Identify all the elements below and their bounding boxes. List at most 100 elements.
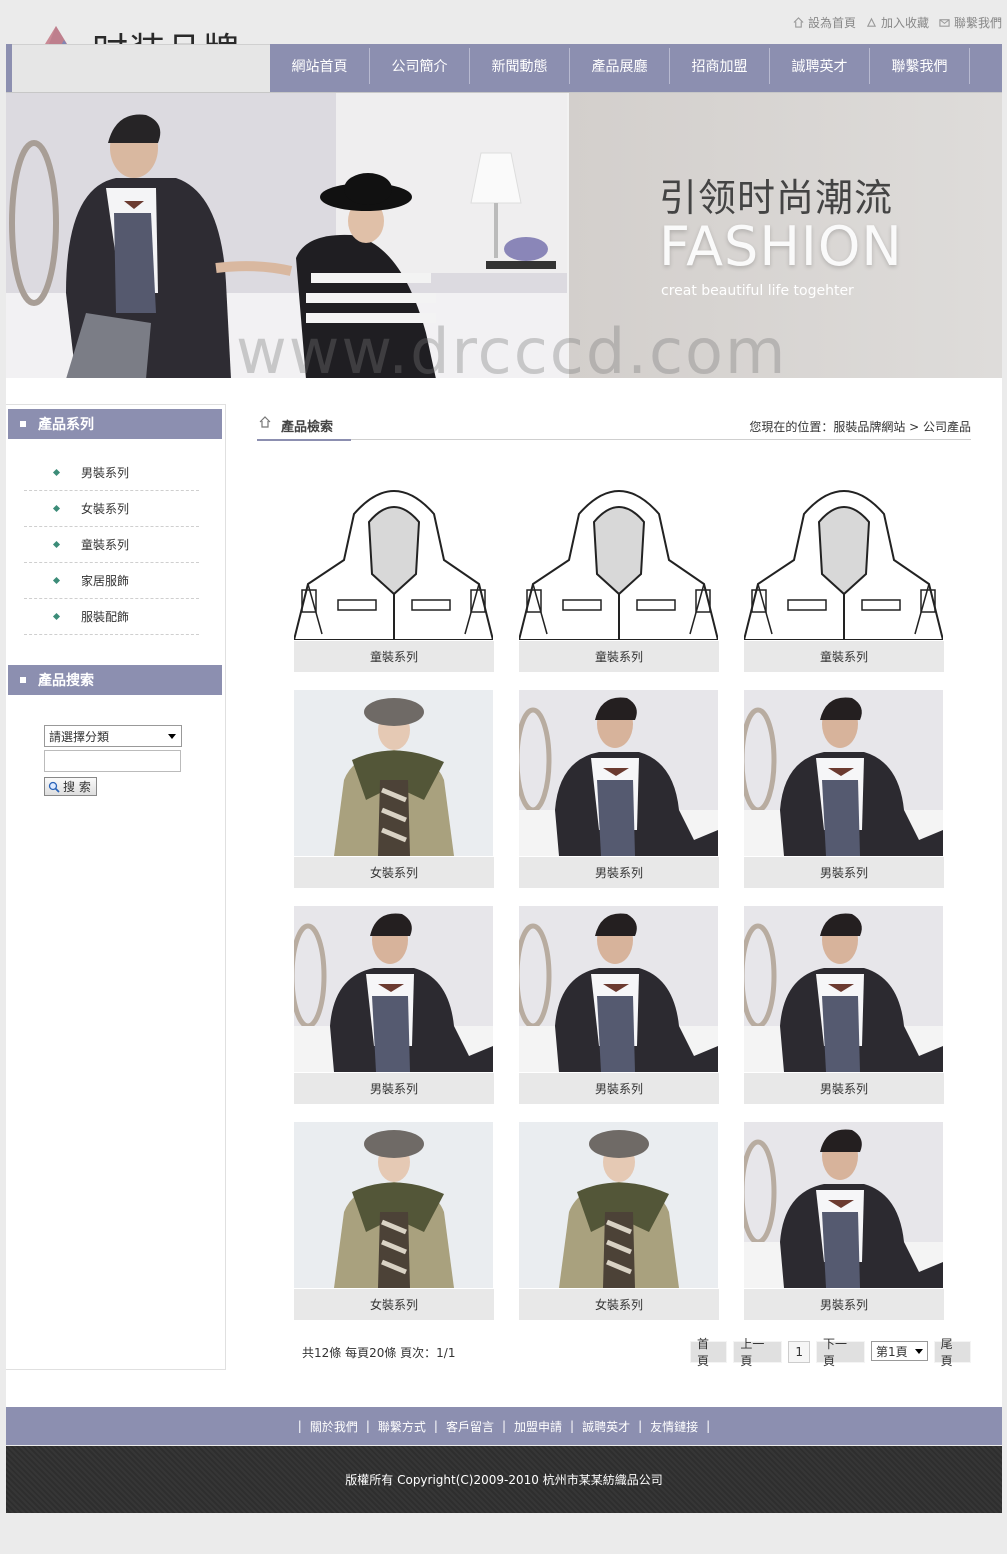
product-caption[interactable]: 女裝系列 <box>294 1289 494 1320</box>
nav-jobs[interactable]: 誠聘英才 <box>770 48 870 84</box>
product-image[interactable] <box>519 690 718 856</box>
product-card[interactable]: 女裝系列 <box>294 1122 494 1320</box>
footer-links: | 關於我們 | 聯繫方式 | 客戶留言 | 加盟申請 | 誠聘英才 | 友情鏈接 | <box>6 1407 1002 1445</box>
product-card[interactable]: 男裝系列 <box>519 690 719 888</box>
nav-products[interactable]: 產品展廳 <box>570 48 670 84</box>
product-image[interactable] <box>744 906 943 1072</box>
category-item-men[interactable]: 男裝系列 <box>24 455 199 491</box>
product-photo <box>519 1122 718 1288</box>
product-caption[interactable]: 男裝系列 <box>519 1073 719 1104</box>
category-list: 男裝系列 女裝系列 童裝系列 家居服飾 服裝配飾 <box>24 455 199 635</box>
footer-link-friends[interactable]: 友情鏈接 <box>650 1418 698 1435</box>
product-photo <box>294 1122 493 1288</box>
category-item-kids[interactable]: 童裝系列 <box>24 527 199 563</box>
banner-slogan-cn: 引领时尚潮流 <box>659 176 894 220</box>
search-title: 產品搜索 <box>38 673 94 689</box>
product-caption[interactable]: 女裝系列 <box>519 1289 719 1320</box>
product-image[interactable] <box>519 906 718 1072</box>
product-caption[interactable]: 女裝系列 <box>294 857 494 888</box>
square-bullet-icon <box>20 677 26 683</box>
category-item-women[interactable]: 女裝系列 <box>24 491 199 527</box>
product-caption[interactable]: 童裝系列 <box>744 641 944 672</box>
dropdown-arrow-icon <box>168 733 176 739</box>
product-caption[interactable]: 男裝系列 <box>519 857 719 888</box>
banner: 引领时尚潮流 FASHION creat beautiful life toge… <box>6 92 1002 378</box>
search-button[interactable]: 搜 索 <box>44 777 97 796</box>
category-label: 服裝配飾 <box>81 610 130 624</box>
pager-last-button[interactable]: 尾頁 <box>933 1337 971 1368</box>
product-caption[interactable]: 童裝系列 <box>294 641 494 672</box>
category-label: 男裝系列 <box>81 466 130 480</box>
diamond-bullet-icon <box>52 504 61 513</box>
page: 时装品牌 設為首頁 加入收藏 聯繫我們 網站首頁 公司簡介 新聞動態 產品展廳 … <box>6 0 1002 1554</box>
nav-news[interactable]: 新聞動態 <box>470 48 570 84</box>
product-image[interactable] <box>519 474 718 640</box>
product-photo <box>294 690 493 856</box>
set-homepage-link[interactable]: 設為首頁 <box>793 14 856 31</box>
product-image[interactable] <box>294 1122 493 1288</box>
diamond-bullet-icon <box>52 576 61 585</box>
product-image[interactable] <box>519 1122 718 1288</box>
category-label: 女裝系列 <box>81 502 130 516</box>
nav-franchise[interactable]: 招商加盟 <box>670 48 770 84</box>
product-caption[interactable]: 男裝系列 <box>744 857 944 888</box>
diamond-bullet-icon <box>52 540 61 549</box>
home-icon <box>793 17 804 28</box>
home-icon <box>259 416 271 428</box>
top-links: 設為首頁 加入收藏 聯繫我們 <box>793 14 1002 31</box>
product-card[interactable]: 童裝系列 <box>744 474 944 672</box>
product-image[interactable] <box>294 474 493 640</box>
category-item-home[interactable]: 家居服飾 <box>24 563 199 599</box>
pager-info: 共12條 每頁20條 頁次：1/1 <box>302 1346 456 1360</box>
category-select-value: 請選擇分類 <box>49 729 110 744</box>
nav-home[interactable]: 網站首頁 <box>270 48 370 84</box>
product-card[interactable]: 男裝系列 <box>744 906 944 1104</box>
category-item-accessories[interactable]: 服裝配飾 <box>24 599 199 635</box>
pager-next-button[interactable]: 下一頁 <box>815 1337 865 1368</box>
nav-about[interactable]: 公司簡介 <box>370 48 470 84</box>
footer-link-franchise[interactable]: 加盟申請 <box>514 1418 562 1435</box>
product-card[interactable]: 男裝系列 <box>744 1122 944 1320</box>
product-caption[interactable]: 男裝系列 <box>744 1073 944 1104</box>
product-card[interactable]: 男裝系列 <box>519 906 719 1104</box>
nav-left-edge <box>6 44 12 92</box>
pager-page-select[interactable]: 第1頁 <box>870 1341 928 1361</box>
banner-slogan-sub: creat beautiful life togehter <box>661 283 854 299</box>
contact-us-toplink[interactable]: 聯繫我們 <box>939 14 1002 31</box>
favorite-icon <box>866 17 877 27</box>
footer-link-jobs[interactable]: 誠聘英才 <box>582 1418 630 1435</box>
diamond-bullet-icon <box>52 612 61 621</box>
dropdown-arrow-icon <box>914 1348 923 1354</box>
footer-link-about[interactable]: 關於我們 <box>310 1418 358 1435</box>
product-card[interactable]: 男裝系列 <box>294 906 494 1104</box>
pager-page-number[interactable]: 1 <box>788 1341 810 1363</box>
product-photo <box>744 690 943 856</box>
product-card[interactable]: 女裝系列 <box>294 690 494 888</box>
footer-link-feedback[interactable]: 客戶留言 <box>446 1418 494 1435</box>
product-image[interactable] <box>744 690 943 856</box>
mail-icon <box>939 19 950 27</box>
product-card[interactable]: 男裝系列 <box>744 690 944 888</box>
product-image[interactable] <box>294 690 493 856</box>
footer-link-contact[interactable]: 聯繫方式 <box>378 1418 426 1435</box>
separator: | <box>570 1419 575 1433</box>
product-caption[interactable]: 男裝系列 <box>294 1073 494 1104</box>
product-photo <box>519 474 718 640</box>
product-card[interactable]: 童裝系列 <box>294 474 494 672</box>
product-caption[interactable]: 童裝系列 <box>519 641 719 672</box>
product-image[interactable] <box>744 474 943 640</box>
category-select[interactable]: 請選擇分類 <box>44 725 182 747</box>
product-caption[interactable]: 男裝系列 <box>744 1289 944 1320</box>
pager-prev-button[interactable]: 上一頁 <box>733 1337 783 1368</box>
add-favorite-link[interactable]: 加入收藏 <box>866 14 929 31</box>
product-card[interactable]: 女裝系列 <box>519 1122 719 1320</box>
product-photo <box>744 1122 943 1288</box>
nav-contact[interactable]: 聯繫我們 <box>870 48 970 84</box>
content-area: 產品系列 男裝系列 女裝系列 童裝系列 家居服飾 服裝配飾 產品搜索 請選擇分類 <box>6 378 1002 1407</box>
product-image[interactable] <box>744 1122 943 1288</box>
keyword-input[interactable] <box>44 750 181 772</box>
pager-first-button[interactable]: 首頁 <box>690 1337 728 1368</box>
product-card[interactable]: 童裝系列 <box>519 474 719 672</box>
header: 时装品牌 設為首頁 加入收藏 聯繫我們 網站首頁 公司簡介 新聞動態 產品展廳 … <box>6 0 1002 92</box>
product-image[interactable] <box>294 906 493 1072</box>
